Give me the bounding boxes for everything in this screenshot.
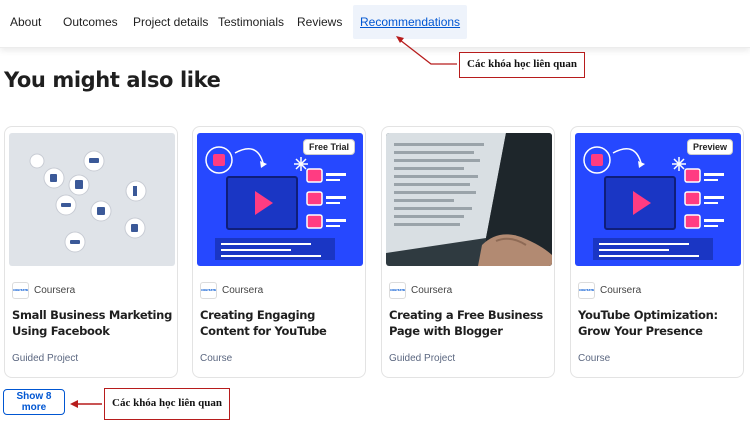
- course-card[interactable]: Free Trial coursera Coursera Creating En…: [192, 126, 366, 378]
- partner-name: Coursera: [411, 284, 453, 296]
- course-partner: coursera Coursera: [389, 280, 452, 300]
- coursera-logo-icon: coursera: [200, 281, 217, 299]
- course-title[interactable]: Small Business Marketing Using Facebook: [12, 307, 172, 339]
- course-title[interactable]: Creating a Free Business Page with Blogg…: [389, 307, 549, 339]
- partner-name: Coursera: [222, 284, 264, 296]
- coursera-logo-icon: coursera: [578, 281, 595, 299]
- annotation-bottom: Các khóa học liên quan: [104, 388, 231, 420]
- preview-badge: Preview: [686, 139, 733, 155]
- course-type: Guided Project: [389, 353, 456, 364]
- course-partner: coursera Coursera: [578, 280, 641, 300]
- tab-outcomes[interactable]: Outcomes: [63, 5, 118, 39]
- course-type: Guided Project: [12, 353, 79, 364]
- course-title[interactable]: YouTube Optimization: Grow Your Presence: [578, 307, 738, 339]
- course-type: Course: [578, 353, 611, 364]
- tab-testimonials[interactable]: Testimonials: [218, 5, 284, 39]
- course-partner: coursera Coursera: [200, 280, 263, 300]
- coursera-logo-icon: coursera: [12, 281, 29, 299]
- course-title[interactable]: Creating Engaging Content for YouTube: [200, 307, 360, 339]
- course-card[interactable]: coursera Coursera Small Business Marketi…: [4, 126, 178, 378]
- course-type: Course: [200, 353, 233, 364]
- annotation-top: Các khóa học liên quan: [459, 52, 586, 78]
- course-card[interactable]: Preview coursera Coursera YouTube Optimi…: [570, 126, 744, 378]
- course-partner: coursera Coursera: [12, 280, 75, 300]
- coursera-logo-icon: coursera: [389, 281, 406, 299]
- partner-name: Coursera: [34, 284, 76, 296]
- show-more-button[interactable]: Show 8 more: [3, 389, 65, 415]
- tab-bar: About Outcomes Project details Testimoni…: [0, 0, 750, 48]
- partner-name: Coursera: [600, 284, 642, 296]
- tab-about[interactable]: About: [10, 5, 41, 39]
- course-thumbnail: [9, 133, 175, 266]
- section-title: You might also like: [4, 68, 221, 92]
- tab-recommendations[interactable]: Recommendations: [353, 5, 468, 39]
- course-card[interactable]: coursera Coursera Creating a Free Busine…: [381, 126, 555, 378]
- free-trial-badge: Free Trial: [302, 139, 355, 155]
- tab-reviews[interactable]: Reviews: [297, 5, 342, 39]
- tab-project-details[interactable]: Project details: [133, 5, 208, 39]
- course-thumbnail: [386, 133, 552, 266]
